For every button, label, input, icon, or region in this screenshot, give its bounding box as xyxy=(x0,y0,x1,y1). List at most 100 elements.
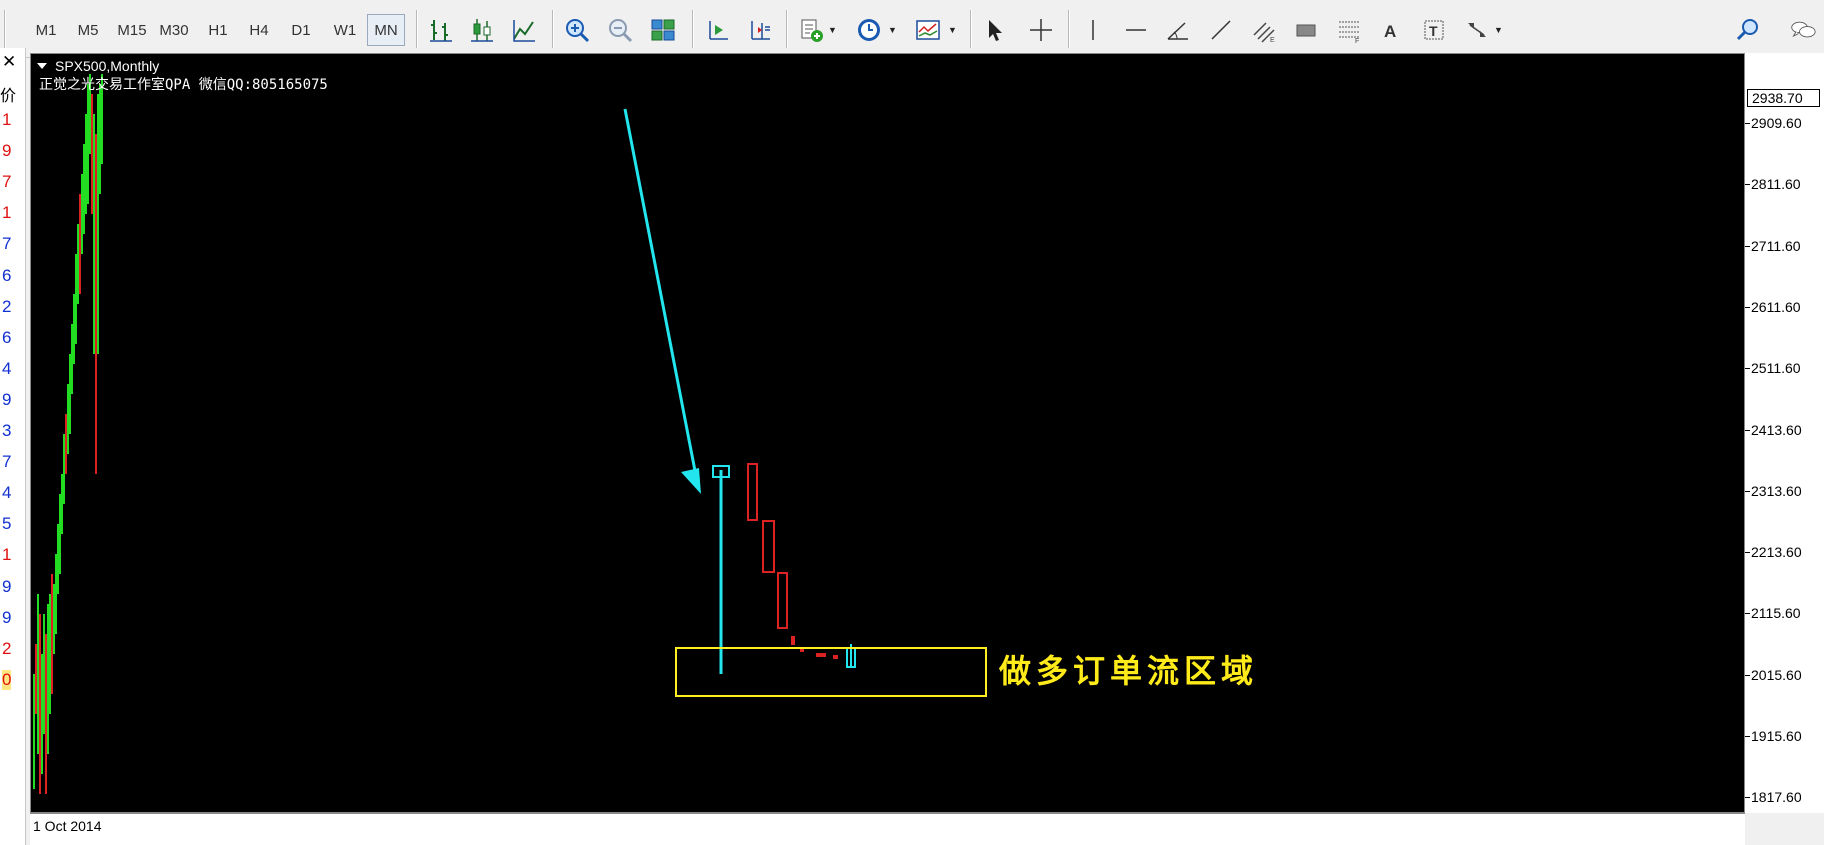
tf-h4-button[interactable]: H4 xyxy=(245,14,273,46)
chart-area[interactable]: SPX500,Monthly 正觉之光交易工作室QPA 微信QQ:8051650… xyxy=(30,53,1745,813)
crosshair-icon[interactable] xyxy=(1025,14,1057,46)
price-tick-label: 2015.60 xyxy=(1751,666,1802,683)
market-watch-panel: ✕ 价 1 9 7 1 7 6 2 6 4 9 3 7 4 5 1 9 9 2 0 xyxy=(0,48,26,845)
historical-bars xyxy=(33,74,103,794)
price-digit: 5 xyxy=(2,514,12,534)
price-digit: 9 xyxy=(2,607,12,627)
tick-mark xyxy=(1745,306,1750,308)
zoom-in-icon[interactable] xyxy=(561,14,593,46)
tile-windows-icon[interactable] xyxy=(647,14,679,46)
clock-icon[interactable] xyxy=(853,14,885,46)
chevron-down-icon[interactable]: ▼ xyxy=(888,25,897,35)
current-price-label: 2938.70 xyxy=(1747,89,1820,107)
horizontal-line-icon[interactable] xyxy=(1120,14,1152,46)
tf-m30-button[interactable]: M30 xyxy=(156,14,192,46)
toolbar-separator xyxy=(4,10,6,48)
price-digit: 4 xyxy=(2,358,12,378)
text-icon[interactable]: A xyxy=(1375,14,1407,46)
svg-text:E: E xyxy=(1270,37,1275,43)
bear-candle xyxy=(777,572,788,629)
tf-m5-button[interactable]: M5 xyxy=(74,14,102,46)
chevron-down-icon[interactable]: ▼ xyxy=(828,25,837,35)
price-tick-label: 2511.60 xyxy=(1751,360,1801,377)
tf-d1-button[interactable]: D1 xyxy=(287,14,315,46)
tf-m15-button[interactable]: M15 xyxy=(114,14,150,46)
tick-mark xyxy=(1745,123,1750,124)
price-tick-label: 2909.60 xyxy=(1751,115,1802,131)
chevron-down-icon[interactable]: ▼ xyxy=(1494,25,1503,35)
studio-watermark-text: 正觉之光交易工作室QPA 微信QQ:805165075 xyxy=(39,77,328,93)
equidistant-channel-icon[interactable]: E xyxy=(1248,14,1280,46)
chart-shift-icon[interactable] xyxy=(701,14,733,46)
tf-mn-button[interactable]: MN xyxy=(367,14,405,46)
tick-mark xyxy=(1745,674,1750,676)
bear-candle xyxy=(816,653,826,657)
bar-chart-icon[interactable] xyxy=(425,14,457,46)
price-digit: 1 xyxy=(2,110,12,129)
panel-header: 价 xyxy=(0,88,17,105)
vertical-line-icon[interactable] xyxy=(1077,14,1109,46)
time-label: 1 Oct 2014 xyxy=(33,818,102,834)
price-digit: 1 xyxy=(2,545,12,565)
toolbar-separator xyxy=(786,10,788,48)
zoom-out-icon[interactable] xyxy=(604,14,636,46)
tf-w1-button[interactable]: W1 xyxy=(330,14,360,46)
price-digit: 1 xyxy=(2,203,12,223)
price-digit: 9 xyxy=(2,576,12,596)
rectangle-icon[interactable] xyxy=(1290,14,1322,46)
indicators-icon[interactable] xyxy=(795,14,827,46)
svg-text:A: A xyxy=(1384,22,1396,41)
tick-mark xyxy=(1745,797,1750,799)
chevron-down-icon[interactable]: ▼ xyxy=(948,25,957,35)
cursor-icon[interactable] xyxy=(979,14,1011,46)
symbol-label: SPX500,Monthly xyxy=(55,58,160,74)
candlestick-icon[interactable] xyxy=(466,14,498,46)
line-chart-icon[interactable] xyxy=(508,14,540,46)
tick-mark xyxy=(1745,184,1750,186)
close-icon[interactable]: ✕ xyxy=(2,52,16,72)
annotation-arrow-line xyxy=(623,108,698,477)
toolbar-separator xyxy=(1068,10,1070,48)
collapse-triangle-icon[interactable] xyxy=(37,63,47,69)
price-digit: 7 xyxy=(2,234,12,254)
chat-icon[interactable] xyxy=(1784,14,1822,46)
tf-h1-button[interactable]: H1 xyxy=(204,14,232,46)
fibonacci-icon[interactable]: F xyxy=(1333,14,1365,46)
price-digit: 4 xyxy=(2,483,12,503)
autoscroll-icon[interactable] xyxy=(743,14,775,46)
price-digit: 0 xyxy=(2,669,12,690)
price-tick-label: 1817.60 xyxy=(1751,789,1802,806)
svg-text:F: F xyxy=(1355,38,1359,43)
search-icon[interactable] xyxy=(1732,14,1764,46)
price-digit: 9 xyxy=(2,389,12,409)
tick-mark xyxy=(1745,429,1750,431)
price-axis[interactable]: 2938.70 2909.60 2811.60 2711.60 2611.60 2511… xyxy=(1745,53,1824,813)
price-digit: 6 xyxy=(2,327,12,347)
price-digit: 9 xyxy=(2,141,12,161)
angle-line-icon[interactable] xyxy=(1162,14,1194,46)
templates-icon[interactable] xyxy=(912,14,944,46)
toolbar-separator xyxy=(416,10,418,48)
arrow-head-icon xyxy=(681,468,701,494)
text-label-icon[interactable]: T xyxy=(1418,14,1450,46)
price-digit: 7 xyxy=(2,452,12,472)
toolbar: M1 M5 M15 M30 H1 H4 D1 W1 MN ▼ ▼ ▼ E F A… xyxy=(0,0,1824,58)
tf-m1-button[interactable]: M1 xyxy=(32,14,60,46)
price-tick-label: 2115.60 xyxy=(1751,605,1801,622)
bear-candle xyxy=(747,463,758,521)
svg-text:T: T xyxy=(1429,23,1438,39)
time-axis[interactable]: 1 Oct 2014 xyxy=(30,813,1745,845)
bear-candle xyxy=(833,655,838,659)
tick-mark xyxy=(1745,490,1750,492)
trendline-icon[interactable] xyxy=(1205,14,1237,46)
zone-label: 做多订单流区域 xyxy=(999,652,1259,690)
price-tick-label: 2213.60 xyxy=(1751,544,1802,561)
arrows-icon[interactable] xyxy=(1461,14,1493,46)
tick-mark xyxy=(1745,736,1750,737)
toolbar-separator xyxy=(552,10,554,48)
price-tick-label: 2313.60 xyxy=(1751,482,1802,499)
price-tick-label: 2413.60 xyxy=(1751,421,1802,438)
price-digit: 7 xyxy=(2,172,12,192)
tick-mark xyxy=(1745,245,1750,247)
toolbar-separator xyxy=(970,10,972,48)
